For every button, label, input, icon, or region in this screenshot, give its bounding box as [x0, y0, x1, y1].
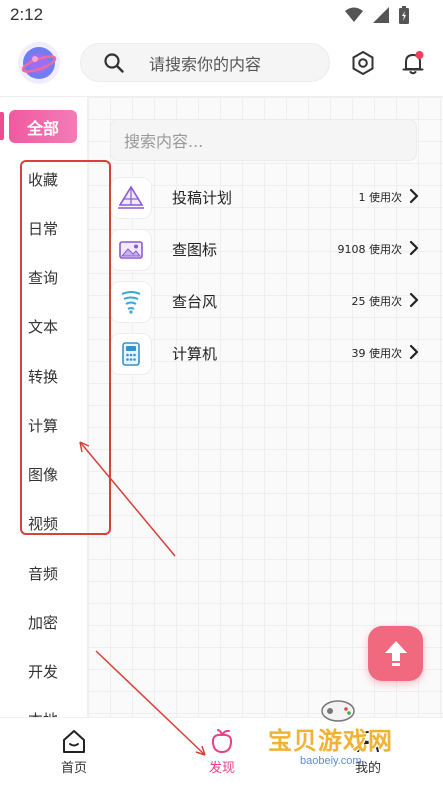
cell-signal-icon	[373, 7, 389, 23]
image-icon	[110, 229, 152, 271]
watermark-title: 宝贝游戏网	[268, 727, 393, 755]
scroll-top-button[interactable]	[368, 626, 423, 681]
status-time: 2:12	[10, 5, 44, 24]
content-search-placeholder: 搜索内容...	[124, 132, 204, 151]
tool-row[interactable]: 查台风 25 使用次	[110, 279, 420, 327]
chevron-right-icon	[409, 344, 419, 360]
tool-usage-count: 9108 使用次	[337, 243, 403, 256]
nav-discover[interactable]: 发现	[192, 728, 252, 776]
watermark-logo: 宝贝游戏网 baobeiy.com	[268, 695, 413, 780]
category-item[interactable]: 加密	[28, 612, 58, 633]
chevron-right-icon	[409, 292, 419, 308]
nav-label: 首页	[60, 761, 87, 776]
wifi-icon	[345, 7, 363, 22]
content-search-input[interactable]: 搜索内容...	[110, 119, 417, 161]
calculator-icon	[110, 333, 152, 375]
search-icon	[104, 52, 124, 73]
tool-name: 查台风	[172, 293, 218, 311]
tool-name: 计算机	[172, 345, 218, 363]
category-all[interactable]: 全部	[9, 110, 77, 143]
tool-usage-count: 39 使用次	[351, 347, 403, 360]
tool-row[interactable]: 投稿计划 1 使用次	[110, 175, 420, 223]
status-bar: 2:12	[0, 0, 443, 30]
tool-usage-count: 1 使用次	[358, 191, 403, 204]
tool-usage-count: 25 使用次	[351, 295, 403, 308]
chevron-right-icon	[409, 240, 419, 256]
typhoon-icon	[110, 281, 152, 323]
annotation-highlight-box	[20, 160, 111, 535]
tent-icon	[110, 177, 152, 219]
status-icons	[345, 6, 409, 24]
chevron-right-icon	[409, 188, 419, 204]
tool-list-panel: 搜索内容... 投稿计划 1 使用次 查图标 9108 使用次 查台风 25 使…	[88, 97, 443, 717]
tool-row[interactable]: 计算机 39 使用次	[110, 331, 420, 379]
category-item[interactable]: 音频	[28, 563, 58, 584]
watermark-url: baobeiy.com	[300, 755, 362, 767]
category-item[interactable]: 开发	[28, 661, 58, 682]
search-placeholder: 请搜索你的内容	[149, 54, 262, 74]
category-item[interactable]: 本地	[28, 709, 58, 717]
active-indicator	[0, 112, 4, 140]
arrow-up-icon	[384, 640, 407, 666]
home-icon	[63, 730, 85, 753]
avatar[interactable]	[18, 42, 60, 84]
avatar-planet-icon	[21, 47, 57, 79]
tool-name: 投稿计划	[172, 189, 233, 207]
tool-row[interactable]: 查图标 9108 使用次	[110, 227, 420, 275]
nav-label: 发现	[208, 761, 235, 776]
nav-home[interactable]: 首页	[44, 728, 104, 776]
gamepad-icon	[321, 700, 355, 722]
settings-hexagon-icon[interactable]	[350, 50, 376, 76]
battery-icon	[399, 6, 409, 24]
bell-icon[interactable]	[400, 50, 426, 76]
peach-icon	[211, 729, 233, 754]
search-bar[interactable]: 请搜索你的内容	[80, 43, 330, 82]
tool-name: 查图标	[172, 241, 218, 259]
